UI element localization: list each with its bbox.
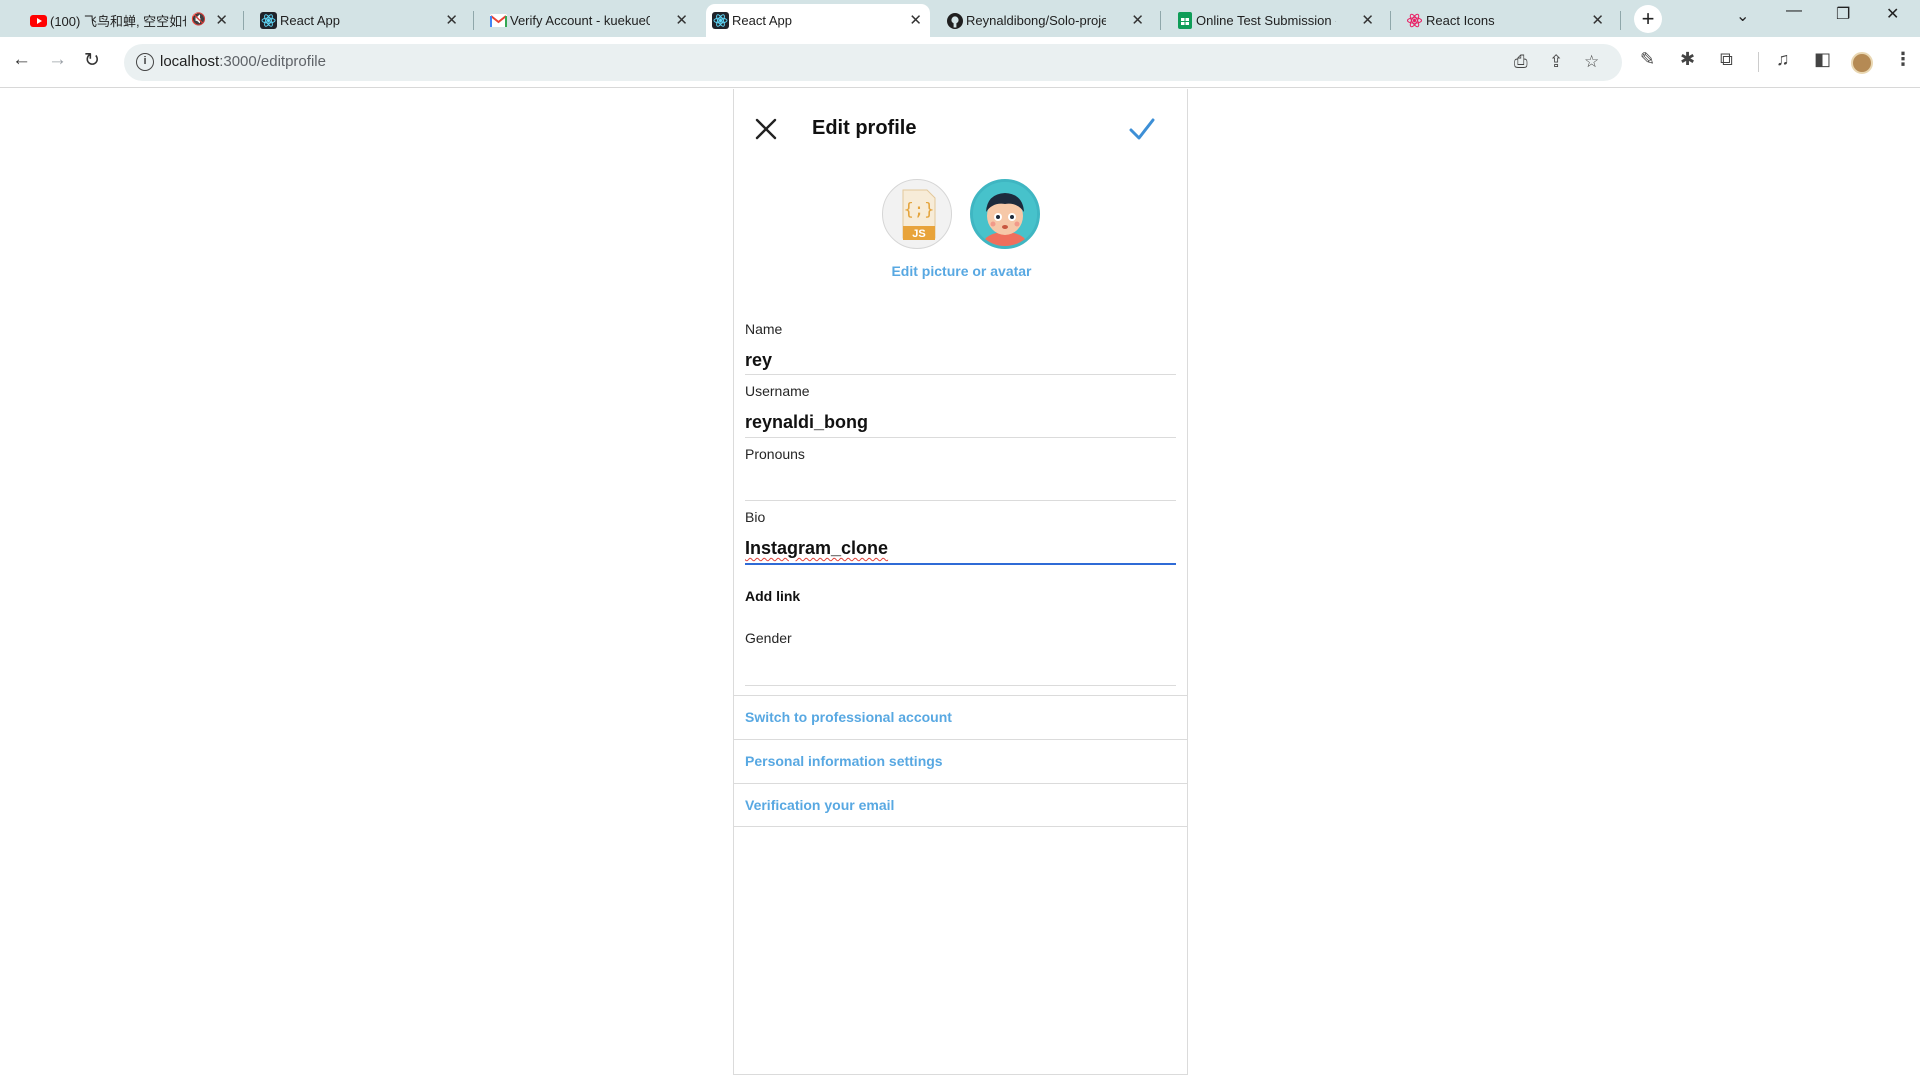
profile-avatar[interactable] <box>1851 52 1873 74</box>
pronouns-field[interactable] <box>745 475 1176 499</box>
close-tab-icon[interactable]: ✕ <box>909 11 922 29</box>
close-tab-icon[interactable]: ✕ <box>215 11 228 29</box>
svg-text:{;}: {;} <box>904 200 935 220</box>
tab-title: Verify Account - kuekue080 <box>510 13 650 28</box>
url-host: localhost <box>160 53 220 70</box>
tab-youtube[interactable]: (100) 飞鸟和蝉, 空空如也 🔇 ✕ <box>24 4 236 37</box>
js-file-icon: {;} JS <box>902 189 936 240</box>
verify-email-link[interactable]: Verification your email <box>745 797 894 813</box>
cartoon-avatar-option[interactable] <box>970 179 1040 249</box>
side-panel-icon[interactable]: ◧ <box>1814 49 1831 70</box>
name-underline <box>745 374 1176 375</box>
tab-title: React App <box>280 13 340 28</box>
reload-icon[interactable]: ↻ <box>84 49 100 72</box>
url-path: :3000/editprofile <box>219 53 326 70</box>
close-tab-icon[interactable]: ✕ <box>1591 11 1604 29</box>
username-field[interactable]: reynaldi_bong <box>745 412 868 433</box>
cartoon-boy-avatar-icon <box>973 182 1037 246</box>
github-icon <box>946 12 963 29</box>
close-tab-icon[interactable]: ✕ <box>445 11 458 29</box>
bio-label: Bio <box>745 509 766 525</box>
tab-search-chevron-icon[interactable]: ⌄ <box>1736 6 1749 26</box>
extensions-puzzle-icon[interactable]: ⧉ <box>1720 49 1733 70</box>
eyedropper-extension-icon[interactable]: ✎ <box>1640 49 1655 70</box>
verify-email-row[interactable]: Verification your email <box>734 783 1187 827</box>
share-icon[interactable]: ⇪ <box>1549 52 1563 72</box>
pronouns-label: Pronouns <box>745 446 805 462</box>
personal-info-link[interactable]: Personal information settings <box>745 753 943 769</box>
install-app-icon[interactable]: ⎙ <box>1514 52 1528 72</box>
bio-underline-focused <box>745 563 1176 565</box>
edit-picture-link[interactable]: Edit picture or avatar <box>734 263 1189 279</box>
restore-icon[interactable]: ❐ <box>1836 4 1850 24</box>
react-icon <box>712 12 729 29</box>
tab-title: Reynaldibong/Solo-project- <box>966 13 1106 28</box>
edit-profile-panel: Edit profile {;} JS Edit picture or avat… <box>733 89 1188 1075</box>
checkmark-save-icon[interactable] <box>1128 116 1156 142</box>
gender-label: Gender <box>745 630 792 646</box>
tab-react-icons[interactable]: React Icons ✕ <box>1400 4 1612 37</box>
minimize-icon[interactable]: — <box>1786 2 1802 20</box>
youtube-icon <box>30 12 47 29</box>
kebab-menu-icon[interactable]: ⋮ <box>1894 49 1912 70</box>
close-window-icon[interactable]: ✕ <box>1886 4 1899 24</box>
tab-github[interactable]: Reynaldibong/Solo-project- ✕ <box>940 4 1152 37</box>
site-info-icon[interactable]: i <box>136 53 154 71</box>
gender-underline <box>745 685 1176 686</box>
react-icon <box>260 12 277 29</box>
switch-professional-row[interactable]: Switch to professional account <box>734 695 1187 739</box>
tab-gmail[interactable]: Verify Account - kuekue080 ✕ <box>484 4 696 37</box>
browser-toolbar: ← → ↻ i localhost:3000/editprofile ⎙ ⇪ ☆… <box>0 37 1920 88</box>
react-icons-icon <box>1406 12 1423 29</box>
sheets-icon <box>1176 12 1193 29</box>
username-underline <box>745 437 1176 438</box>
tab-title: Online Test Submission - Go <box>1196 13 1336 28</box>
bug-extension-icon[interactable]: ✱ <box>1680 49 1695 70</box>
js-label: JS <box>912 228 925 240</box>
tab-strip: (100) 飞鸟和蝉, 空空如也 🔇 ✕ React App ✕ Verify … <box>0 0 1920 37</box>
pronouns-underline <box>745 500 1176 501</box>
gmail-icon <box>490 12 507 29</box>
close-tab-icon[interactable]: ✕ <box>1131 11 1144 29</box>
page-title: Edit profile <box>812 117 917 139</box>
address-bar[interactable]: i localhost:3000/editprofile ⎙ ⇪ ☆ <box>124 44 1622 81</box>
add-link-button[interactable]: Add link <box>745 588 800 604</box>
back-icon[interactable]: ← <box>12 49 31 71</box>
tab-react-app-active[interactable]: React App ✕ <box>706 4 930 37</box>
username-label: Username <box>745 383 810 399</box>
tab-react-app-1[interactable]: React App ✕ <box>254 4 466 37</box>
close-icon[interactable] <box>754 117 778 141</box>
tab-title: (100) 飞鸟和蝉, 空空如也 <box>50 14 186 29</box>
new-tab-button[interactable]: + <box>1634 5 1662 33</box>
gender-field[interactable] <box>745 654 1176 674</box>
bio-field[interactable]: Instagram_clone <box>745 538 888 559</box>
tab-title: React App <box>732 13 792 28</box>
speaker-muted-icon[interactable]: 🔇 <box>191 12 206 26</box>
forward-icon[interactable]: → <box>48 49 67 71</box>
name-field[interactable]: rey <box>745 350 772 371</box>
bookmark-star-icon[interactable]: ☆ <box>1584 52 1599 72</box>
close-tab-icon[interactable]: ✕ <box>675 11 688 29</box>
switch-professional-link[interactable]: Switch to professional account <box>745 709 952 725</box>
close-tab-icon[interactable]: ✕ <box>1361 11 1374 29</box>
js-avatar-option[interactable]: {;} JS <box>882 179 952 249</box>
url-text[interactable]: localhost:3000/editprofile <box>160 53 326 70</box>
tab-google-sheets[interactable]: Online Test Submission - Go ✕ <box>1170 4 1382 37</box>
name-label: Name <box>745 321 783 337</box>
tab-title: React Icons <box>1426 13 1495 28</box>
personal-info-row[interactable]: Personal information settings <box>734 739 1187 783</box>
media-control-icon[interactable]: ♫ <box>1776 49 1790 70</box>
